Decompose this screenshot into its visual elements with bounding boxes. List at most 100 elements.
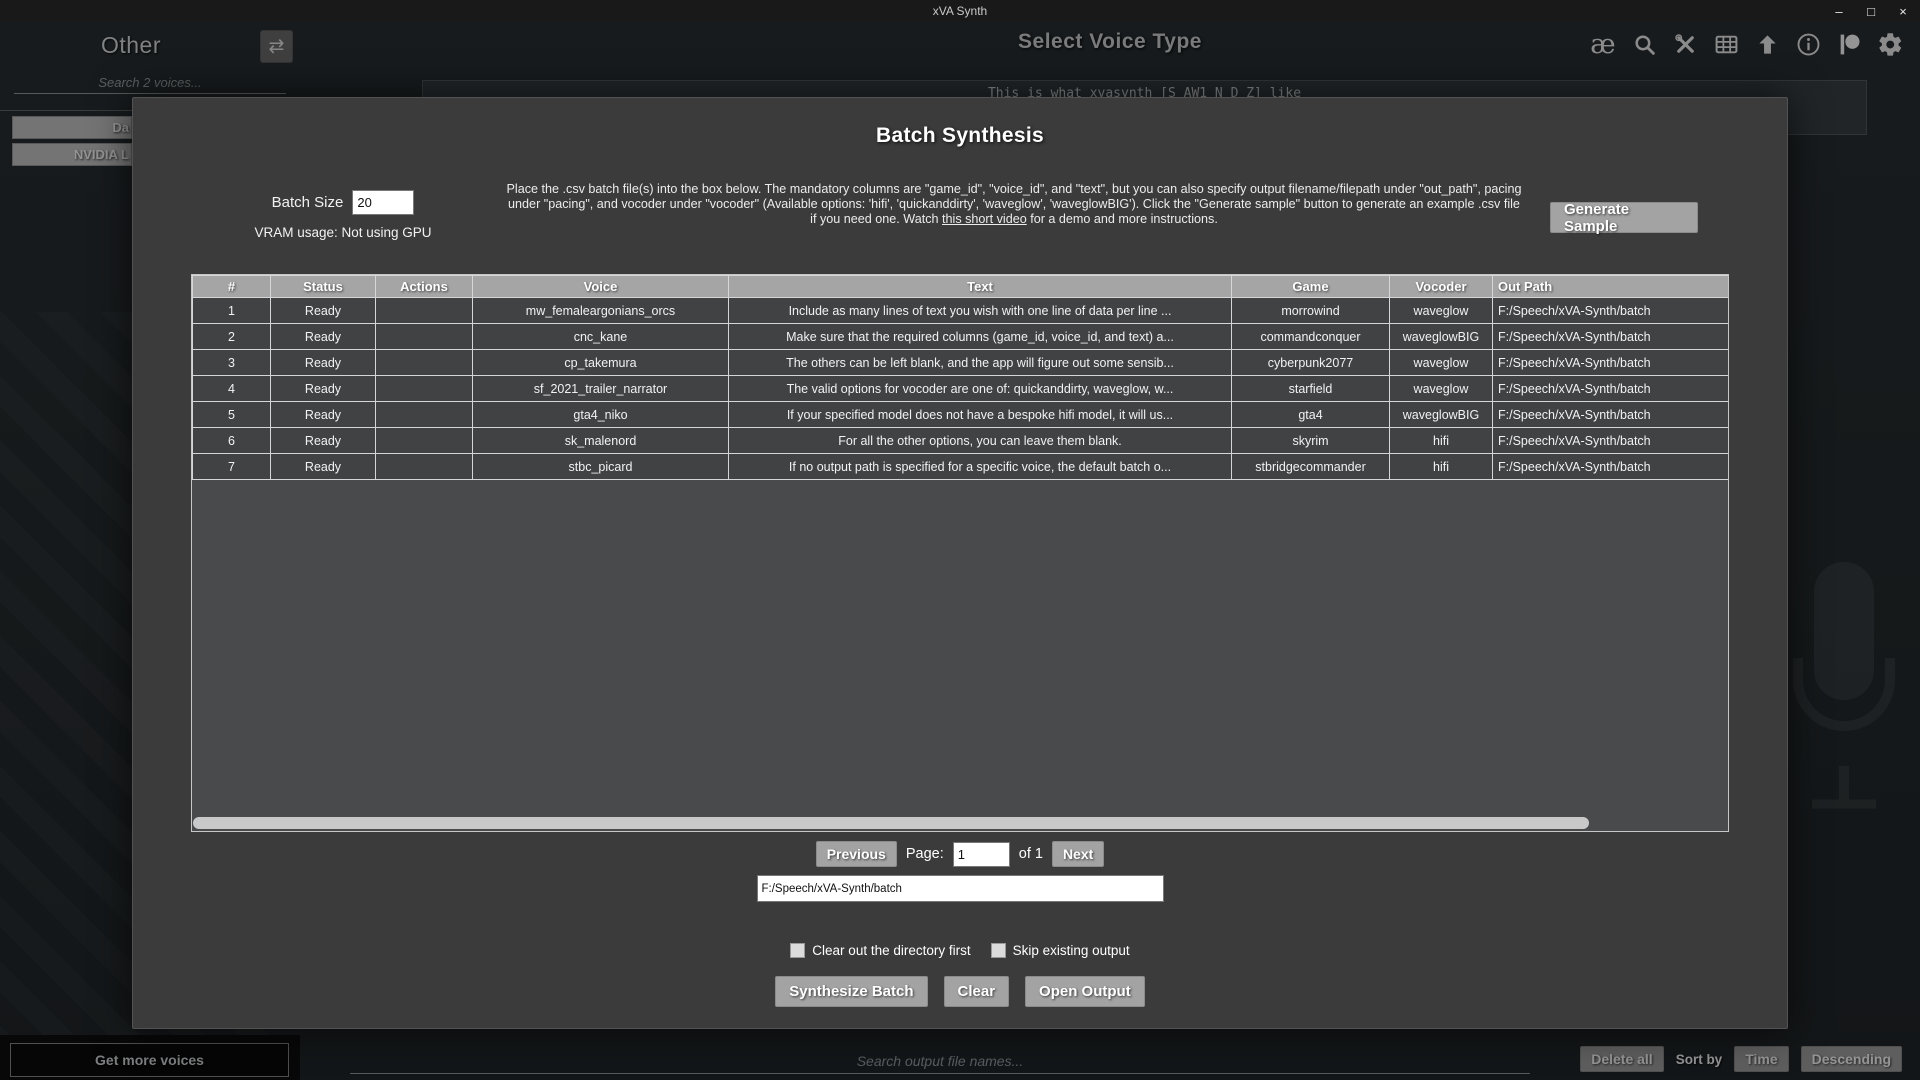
table-row: 1 Ready mw_femaleargonians_orcs Include as … [192, 297, 1728, 324]
open-output-button[interactable]: Open Output [1025, 976, 1145, 1007]
column-header-game: Game [1231, 275, 1390, 298]
cell-num: 1 [192, 297, 271, 324]
cell-voice: sf_2021_trailer_narrator [472, 375, 729, 402]
table-row: 2 Ready cnc_kane Make sure that the require… [192, 323, 1728, 350]
batch-table-container: # Status Actions Voice Text Game Vocoder Out Pa… [191, 274, 1729, 832]
title-bar: xVA Synth – □ × [0, 0, 1920, 22]
cell-outpath: F:/Speech/xVA-Synth/batch [1492, 375, 1728, 402]
instructions-text: Place the .csv batch file(s) into the bo… [505, 182, 1523, 227]
generate-sample-button[interactable]: Generate Sample [1550, 201, 1698, 235]
short-video-link[interactable]: this short video [942, 212, 1027, 226]
app-window: xVA Synth – □ × æ Other ⇄ Search 2 voice… [0, 0, 1920, 1080]
cell-status: Ready [270, 401, 376, 428]
cell-outpath: F:/Speech/xVA-Synth/batch [1492, 453, 1728, 480]
cell-game: starfield [1231, 375, 1390, 402]
column-header-text: Text [728, 275, 1232, 298]
cell-voice: gta4_niko [472, 401, 729, 428]
scrollbar-thumb[interactable] [193, 817, 1589, 829]
minimize-button[interactable]: – [1830, 4, 1848, 19]
cell-status: Ready [270, 349, 376, 376]
cell-outpath: F:/Speech/xVA-Synth/batch [1492, 323, 1728, 350]
cell-num: 4 [192, 375, 271, 402]
cell-voice: cnc_kane [472, 323, 729, 350]
modal-action-buttons: Synthesize Batch Clear Open Output [133, 976, 1787, 1007]
cell-actions [375, 349, 473, 376]
cell-status: Ready [270, 323, 376, 350]
cell-outpath: F:/Speech/xVA-Synth/batch [1492, 297, 1728, 324]
cell-game: morrowind [1231, 297, 1390, 324]
cell-actions [375, 453, 473, 480]
close-button[interactable]: × [1894, 4, 1912, 19]
batch-synthesis-modal: Batch Synthesis Batch Size VRAM usage: N… [132, 97, 1788, 1029]
cell-status: Ready [270, 427, 376, 454]
cell-actions [375, 375, 473, 402]
cell-text: Make sure that the required columns (gam… [728, 323, 1232, 350]
output-path-input[interactable] [756, 875, 1164, 902]
cell-text: Include as many lines of text you wish w… [728, 297, 1232, 324]
skip-existing-checkbox[interactable] [990, 943, 1006, 958]
cell-vocoder: hifi [1389, 453, 1493, 480]
synthesize-batch-button[interactable]: Synthesize Batch [775, 976, 928, 1007]
cell-actions [375, 427, 473, 454]
table-row: 3 Ready cp_takemura The others can be left … [192, 349, 1728, 376]
batch-size-label: Batch Size [271, 194, 344, 211]
cell-vocoder: waveglow [1389, 375, 1493, 402]
clear-directory-label: Clear out the directory first [812, 943, 971, 958]
cell-vocoder: waveglow [1389, 349, 1493, 376]
page-number-input[interactable] [952, 841, 1010, 867]
batch-size-input[interactable] [352, 190, 415, 215]
cell-num: 2 [192, 323, 271, 350]
cell-text: If no output path is specified for a spe… [728, 453, 1232, 480]
page-label: Page: [905, 846, 944, 862]
cell-game: commandconquer [1231, 323, 1390, 350]
cell-status: Ready [270, 297, 376, 324]
skip-existing-option: Skip existing output [990, 943, 1130, 958]
horizontal-scrollbar [193, 817, 1727, 829]
cell-num: 3 [192, 349, 271, 376]
cell-text: For all the other options, you can leave… [728, 427, 1232, 454]
clear-directory-checkbox[interactable] [790, 943, 806, 958]
cell-text: The others can be left blank, and the ap… [728, 349, 1232, 376]
maximize-button[interactable]: □ [1862, 4, 1880, 19]
table-row: 7 Ready stbc_picard If no output path is sp… [192, 453, 1728, 480]
cell-voice: mw_femaleargonians_orcs [472, 297, 729, 324]
cell-status: Ready [270, 375, 376, 402]
cell-game: stbridgecommander [1231, 453, 1390, 480]
batch-table: # Status Actions Voice Text Game Vocoder Out Pa… [192, 275, 1728, 480]
window-title: xVA Synth [932, 4, 988, 18]
cell-voice: stbc_picard [472, 453, 729, 480]
cell-actions [375, 401, 473, 428]
table-row: 5 Ready gta4_niko If your specified model d… [192, 401, 1728, 428]
cell-text: The valid options for vocoder are one of… [728, 375, 1232, 402]
vram-usage-label: VRAM usage: Not using GPU [254, 225, 432, 240]
cell-status: Ready [270, 453, 376, 480]
cell-num: 6 [192, 427, 271, 454]
cell-game: cyberpunk2077 [1231, 349, 1390, 376]
cell-game: gta4 [1231, 401, 1390, 428]
previous-page-button[interactable]: Previous [815, 841, 897, 867]
column-header-voice: Voice [472, 275, 729, 298]
page-count-label: of 1 [1018, 846, 1043, 862]
column-header-vocoder: Vocoder [1389, 275, 1493, 298]
pagination: Previous Page: of 1 Next [133, 841, 1787, 867]
cell-outpath: F:/Speech/xVA-Synth/batch [1492, 427, 1728, 454]
cell-outpath: F:/Speech/xVA-Synth/batch [1492, 349, 1728, 376]
cell-vocoder: waveglowBIG [1389, 323, 1493, 350]
clear-button[interactable]: Clear [943, 976, 1010, 1007]
column-header-status: Status [270, 275, 376, 298]
cell-voice: cp_takemura [472, 349, 729, 376]
cell-actions [375, 297, 473, 324]
next-page-button[interactable]: Next [1051, 841, 1105, 867]
window-controls: – □ × [1830, 0, 1912, 22]
skip-existing-label: Skip existing output [1012, 943, 1130, 958]
cell-vocoder: hifi [1389, 427, 1493, 454]
cell-num: 5 [192, 401, 271, 428]
modal-title: Batch Synthesis [876, 124, 1044, 147]
output-path-row [133, 875, 1787, 902]
batch-size-block: Batch Size VRAM usage: Not using GPU [163, 190, 523, 240]
table-row: 4 Ready sf_2021_trailer_narrator The valid … [192, 375, 1728, 402]
options-row: Clear out the directory first Skip exist… [133, 943, 1787, 958]
clear-directory-option: Clear out the directory first [790, 943, 971, 958]
column-header-actions: Actions [375, 275, 473, 298]
cell-voice: sk_malenord [472, 427, 729, 454]
